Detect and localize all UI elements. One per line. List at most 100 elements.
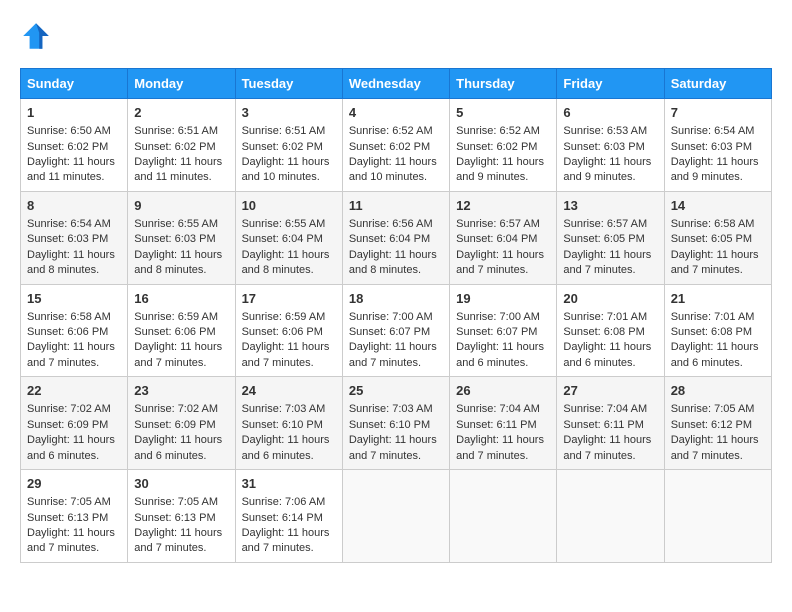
day-number: 13 — [563, 197, 657, 215]
sunrise: Sunrise: 7:03 AM — [349, 403, 433, 415]
sunrise: Sunrise: 7:04 AM — [563, 403, 647, 415]
day-number: 22 — [27, 382, 121, 400]
sunset: Sunset: 6:13 PM — [27, 512, 108, 524]
day-number: 15 — [27, 290, 121, 308]
day-header-sunday: Sunday — [21, 69, 128, 99]
daylight: Daylight: 11 hours and 7 minutes. — [349, 341, 437, 368]
sunset: Sunset: 6:07 PM — [349, 326, 430, 338]
day-number: 7 — [671, 104, 765, 122]
daylight: Daylight: 11 hours and 11 minutes. — [27, 156, 115, 183]
day-number: 17 — [242, 290, 336, 308]
logo — [20, 20, 58, 52]
day-number: 14 — [671, 197, 765, 215]
sunrise: Sunrise: 7:01 AM — [563, 311, 647, 323]
sunrise: Sunrise: 6:51 AM — [242, 125, 326, 137]
sunrise: Sunrise: 7:05 AM — [134, 496, 218, 508]
calendar-cell: 7Sunrise: 6:54 AMSunset: 6:03 PMDaylight… — [664, 99, 771, 192]
daylight: Daylight: 11 hours and 7 minutes. — [456, 434, 544, 461]
sunrise: Sunrise: 6:57 AM — [456, 218, 540, 230]
calendar-cell: 13Sunrise: 6:57 AMSunset: 6:05 PMDayligh… — [557, 191, 664, 284]
calendar-cell: 10Sunrise: 6:55 AMSunset: 6:04 PMDayligh… — [235, 191, 342, 284]
daylight: Daylight: 11 hours and 6 minutes. — [563, 341, 651, 368]
daylight: Daylight: 11 hours and 11 minutes. — [134, 156, 222, 183]
calendar-cell: 28Sunrise: 7:05 AMSunset: 6:12 PMDayligh… — [664, 377, 771, 470]
calendar-cell: 14Sunrise: 6:58 AMSunset: 6:05 PMDayligh… — [664, 191, 771, 284]
daylight: Daylight: 11 hours and 7 minutes. — [27, 341, 115, 368]
sunset: Sunset: 6:03 PM — [134, 233, 215, 245]
calendar-cell: 22 Sunrise: 7:02 AM Sunset: 6:09 PM Dayligh… — [21, 377, 128, 470]
sunrise: Sunrise: 7:01 AM — [671, 311, 755, 323]
sunrise: Sunrise: 6:54 AM — [671, 125, 755, 137]
day-number: 21 — [671, 290, 765, 308]
sunset: Sunset: 6:05 PM — [671, 233, 752, 245]
calendar-cell: 30Sunrise: 7:05 AMSunset: 6:13 PMDayligh… — [128, 470, 235, 563]
sunset: Sunset: 6:02 PM — [349, 141, 430, 153]
daylight: Daylight: 11 hours and 7 minutes. — [242, 341, 330, 368]
daylight: Daylight: 11 hours and 7 minutes. — [134, 341, 222, 368]
sunset: Sunset: 6:09 PM — [134, 419, 215, 431]
day-header-tuesday: Tuesday — [235, 69, 342, 99]
calendar-cell: 1Sunrise: 6:50 AMSunset: 6:02 PMDaylight… — [21, 99, 128, 192]
daylight: Daylight: 11 hours and 7 minutes. — [349, 434, 437, 461]
day-number: 9 — [134, 197, 228, 215]
sunset: Sunset: 6:06 PM — [27, 326, 108, 338]
sunrise: Sunrise: 7:00 AM — [456, 311, 540, 323]
day-number: 20 — [563, 290, 657, 308]
daylight: Daylight: 11 hours and 7 minutes. — [563, 249, 651, 276]
daylight: Daylight: 11 hours and 6 minutes. — [242, 434, 330, 461]
sunrise: Sunrise: 6:52 AM — [456, 125, 540, 137]
daylight: Daylight: 11 hours and 7 minutes. — [671, 249, 759, 276]
day-header-monday: Monday — [128, 69, 235, 99]
day-number: 24 — [242, 382, 336, 400]
sunset: Sunset: 6:10 PM — [242, 419, 323, 431]
page-header — [20, 20, 772, 52]
day-number: 29 — [27, 475, 121, 493]
sunrise: Sunrise: 6:59 AM — [134, 311, 218, 323]
day-number: 10 — [242, 197, 336, 215]
calendar-cell: 12Sunrise: 6:57 AMSunset: 6:04 PMDayligh… — [450, 191, 557, 284]
calendar-cell: 29Sunrise: 7:05 AMSunset: 6:13 PMDayligh… — [21, 470, 128, 563]
calendar-cell — [557, 470, 664, 563]
calendar-cell: 8Sunrise: 6:54 AMSunset: 6:03 PMDaylight… — [21, 191, 128, 284]
day-number: 25 — [349, 382, 443, 400]
sunset: Sunset: 6:06 PM — [242, 326, 323, 338]
day-number: 5 — [456, 104, 550, 122]
sunset: Sunset: 6:05 PM — [563, 233, 644, 245]
calendar-cell: 27Sunrise: 7:04 AMSunset: 6:11 PMDayligh… — [557, 377, 664, 470]
calendar-cell — [664, 470, 771, 563]
sunset: Sunset: 6:09 PM — [27, 419, 108, 431]
daylight: Daylight: 11 hours and 6 minutes. — [27, 434, 115, 461]
daylight: Daylight: 11 hours and 8 minutes. — [27, 249, 115, 276]
calendar-cell: 11Sunrise: 6:56 AMSunset: 6:04 PMDayligh… — [342, 191, 449, 284]
sunrise: Sunrise: 7:00 AM — [349, 311, 433, 323]
sunset: Sunset: 6:08 PM — [563, 326, 644, 338]
daylight: Daylight: 11 hours and 9 minutes. — [671, 156, 759, 183]
calendar-cell: 4Sunrise: 6:52 AMSunset: 6:02 PMDaylight… — [342, 99, 449, 192]
daylight: Daylight: 11 hours and 7 minutes. — [671, 434, 759, 461]
sunrise: Sunrise: 6:55 AM — [242, 218, 326, 230]
sunrise: Sunrise: 6:55 AM — [134, 218, 218, 230]
daylight: Daylight: 11 hours and 9 minutes. — [456, 156, 544, 183]
sunrise: Sunrise: 7:02 AM — [134, 403, 218, 415]
day-number: 31 — [242, 475, 336, 493]
day-number: 28 — [671, 382, 765, 400]
calendar-cell: 31Sunrise: 7:06 AMSunset: 6:14 PMDayligh… — [235, 470, 342, 563]
sunset: Sunset: 6:02 PM — [456, 141, 537, 153]
daylight: Daylight: 11 hours and 10 minutes. — [349, 156, 437, 183]
daylight: Daylight: 11 hours and 7 minutes. — [563, 434, 651, 461]
sunrise: Sunrise: 7:05 AM — [27, 496, 111, 508]
daylight: Daylight: 11 hours and 10 minutes. — [242, 156, 330, 183]
sunset: Sunset: 6:04 PM — [349, 233, 430, 245]
calendar-cell: 9Sunrise: 6:55 AMSunset: 6:03 PMDaylight… — [128, 191, 235, 284]
daylight: Daylight: 11 hours and 6 minutes. — [456, 341, 544, 368]
day-header-friday: Friday — [557, 69, 664, 99]
sunrise: Sunrise: 6:52 AM — [349, 125, 433, 137]
sunset: Sunset: 6:04 PM — [242, 233, 323, 245]
calendar-cell: 5 Sunrise: 6:52 AM Sunset: 6:02 PM Daylight… — [450, 99, 557, 192]
sunrise: Sunrise: 7:02 AM — [27, 403, 111, 415]
day-header-saturday: Saturday — [664, 69, 771, 99]
sunrise: Sunrise: 6:56 AM — [349, 218, 433, 230]
sunrise: Sunrise: 6:50 AM — [27, 125, 111, 137]
sunset: Sunset: 6:06 PM — [134, 326, 215, 338]
day-number: 26 — [456, 382, 550, 400]
